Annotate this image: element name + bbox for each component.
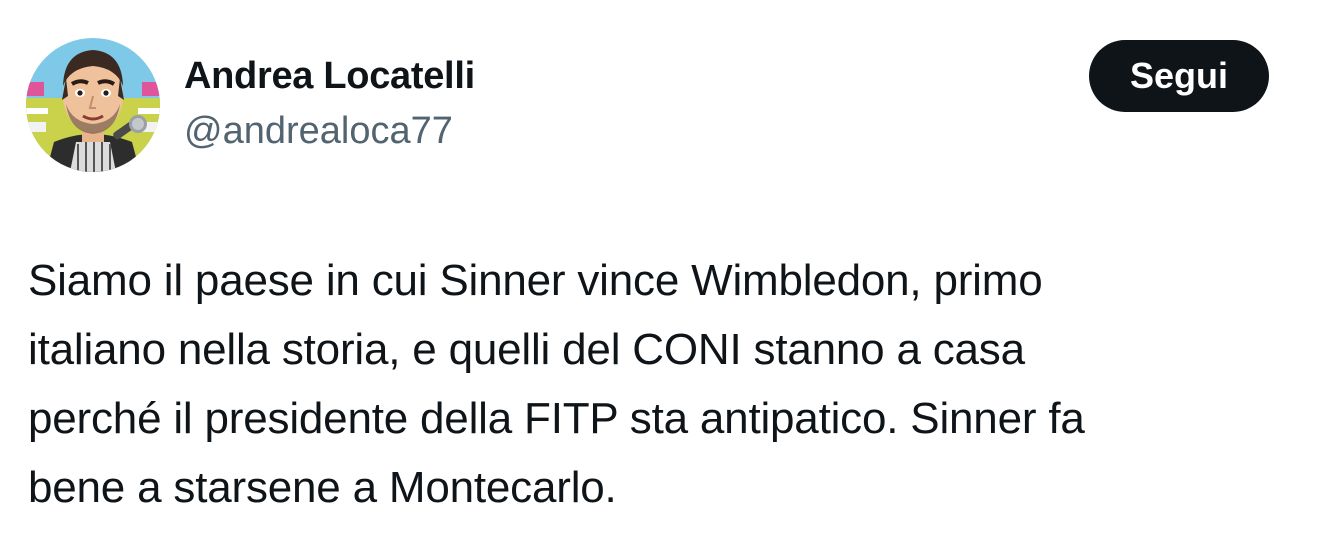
tweet-text-line: perché il presidente della FITP sta anti… — [28, 394, 1085, 443]
tweet-text-line: italiano nella storia, e quelli del CONI… — [28, 325, 1025, 374]
tweet-text: Siamo il paese in cui Sinner vince Wimbl… — [28, 246, 1298, 522]
tweet-card: Andrea Locatelli @andrealoca77 Segui Sia… — [0, 0, 1320, 548]
author-handle[interactable]: @andrealoca77 — [184, 108, 453, 154]
tweet-text-line: Siamo il paese in cui Sinner vince Wimbl… — [28, 256, 1043, 305]
author-display-name[interactable]: Andrea Locatelli — [184, 52, 475, 100]
profile-avatar[interactable] — [26, 38, 160, 172]
tweet-text-line: bene a starsene a Montecarlo. — [28, 463, 617, 512]
follow-button[interactable]: Segui — [1089, 40, 1269, 112]
cartoon-avatar-icon — [26, 38, 160, 172]
